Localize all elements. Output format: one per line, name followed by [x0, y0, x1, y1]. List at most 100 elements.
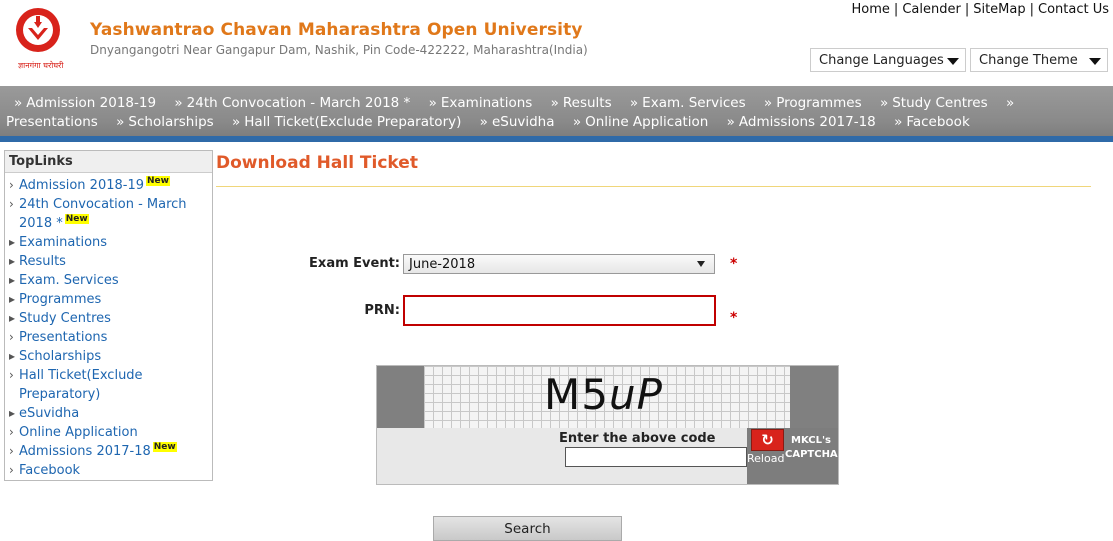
captcha-code-suffix: uP [608, 370, 663, 419]
menu-item-label: Results [562, 95, 612, 111]
menu-row: Presentations » Scholarships » Hall Ticket… [6, 114, 984, 130]
menu-item-admission-2018-19[interactable]: » Admission 2018-19 [14, 95, 156, 111]
menu-item-study-centres[interactable]: » Study Centres [880, 95, 988, 111]
sidebar-item-examinations[interactable]: ▸ Examinations [5, 233, 212, 252]
menu-arrow-icon: » [1005, 95, 1015, 111]
sidebar-item-label: Facebook [19, 463, 81, 478]
new-badge: New [64, 214, 89, 224]
chevron-down-icon [947, 58, 959, 65]
sidebar-item-esuvidha[interactable]: ▸ eSuvidha [5, 404, 212, 423]
sidebar-item-label: 24th Convocation - March 2018 * [19, 197, 187, 231]
menu-item-convocation[interactable]: » 24th Convocation - March 2018 * [174, 95, 410, 111]
prn-input[interactable] [403, 295, 716, 326]
menu-item-scholarships[interactable]: » Scholarships [116, 114, 214, 130]
sidebar-item-admissions-2017-18[interactable]: › Admissions 2017-18 New [5, 442, 212, 461]
top-links-nav: Home | Calender | SiteMap | Contact Us [848, 2, 1113, 17]
menu-item-label: eSuvidha [491, 114, 555, 130]
menu-item-results[interactable]: » Results [551, 95, 612, 111]
sidebar-item-label: Exam. Services [19, 273, 119, 288]
sidebar-item-label: Hall Ticket(Exclude Preparatory) [19, 368, 143, 402]
menu-item-admissions-2017-18[interactable]: » Admissions 2017-18 [727, 114, 876, 130]
sidebar-list: › Admission 2018-19 New › 24th Convocation … [5, 173, 212, 480]
change-theme-select[interactable]: Change Theme [970, 48, 1108, 72]
menu-item-facebook[interactable]: » Facebook [894, 114, 970, 130]
captcha-brand: MKCL's CAPTCHA [785, 435, 838, 460]
reload-label[interactable]: Reload [747, 452, 784, 465]
sidebar-item-admission-2018-19[interactable]: › Admission 2018-19 New [5, 176, 212, 195]
menu-arrow-icon: » [550, 95, 559, 111]
new-badge: New [146, 176, 170, 186]
chevron-down-icon [697, 261, 705, 267]
sidebar-item-programmes[interactable]: ▸ Programmes [5, 290, 212, 309]
chevron-right-icon: › [9, 425, 14, 439]
home-link[interactable]: Home [848, 2, 894, 17]
menu-item-label: Exam. Services [642, 95, 746, 111]
menu-item-label: Study Centres [892, 95, 988, 111]
sitemap-link[interactable]: SiteMap [969, 2, 1029, 17]
captcha-code: M5uP [544, 370, 663, 419]
search-button[interactable]: Search [433, 516, 622, 541]
university-logo[interactable]: ज्ञानगंगा घरोघरी [14, 4, 76, 74]
sidebar-item-label: Examinations [19, 235, 108, 250]
menu-arrow-icon: » [174, 95, 183, 111]
sidebar-item-facebook[interactable]: › Facebook [5, 461, 212, 480]
sidebar-item-scholarships[interactable]: ▸ Scholarships [5, 347, 212, 366]
university-title: Yashwantrao Chavan Maharashtra Open Univ… [90, 20, 583, 40]
reload-captcha-button[interactable]: ↻ [751, 429, 784, 451]
calender-link[interactable]: Calender [898, 2, 965, 17]
menu-arrow-icon: » [116, 114, 125, 130]
change-language-select[interactable]: Change Languages [810, 48, 966, 72]
sidebar-item-label: Admission 2018-19 [19, 178, 144, 193]
menu-arrow-icon: » [232, 114, 241, 130]
menu-item-examinations[interactable]: » Examinations [429, 95, 533, 111]
chevron-right-icon: › [9, 330, 14, 344]
captcha-input[interactable] [565, 447, 747, 467]
sidebar-item-online-application[interactable]: › Online Application [5, 423, 212, 442]
menu-item-label: Facebook [906, 114, 970, 130]
chevron-right-icon: › [9, 197, 14, 211]
menu-item-programmes[interactable]: » Programmes [764, 95, 862, 111]
required-marker: * [730, 310, 738, 326]
university-address: Dnyangangotri Near Gangapur Dam, Nashik,… [90, 43, 588, 57]
sidebar-item-hall-ticket[interactable]: › Hall Ticket(Exclude Preparatory) [5, 366, 212, 404]
menu-item-label: Programmes [776, 95, 862, 111]
menu-arrow-icon: » [428, 95, 437, 111]
new-badge: New [152, 442, 177, 452]
menu-item-presentations[interactable]: Presentations [6, 114, 98, 130]
sidebar-item-exam-services[interactable]: ▸ Exam. Services [5, 271, 212, 290]
menu-arrow-icon: » [479, 114, 488, 130]
triangle-right-icon: ▸ [9, 292, 16, 306]
triangle-right-icon: ▸ [9, 406, 16, 420]
sidebar-item-convocation[interactable]: › 24th Convocation - March 2018 * New [5, 195, 212, 233]
menu-item-more[interactable]: » [1006, 95, 1014, 111]
menu-item-label: Examinations [440, 95, 533, 111]
chevron-right-icon: › [9, 368, 14, 382]
menu-item-esuvidha[interactable]: » eSuvidha [480, 114, 555, 130]
captcha-left-panel [377, 366, 424, 428]
sidebar-item-presentations[interactable]: › Presentations [5, 328, 212, 347]
sidebar-item-study-centres[interactable]: ▸ Study Centres [5, 309, 212, 328]
chevron-right-icon: › [9, 444, 14, 458]
sidebar-title: TopLinks [5, 151, 212, 173]
sidebar-item-label: Online Application [19, 425, 138, 440]
menu-arrow-icon: » [14, 95, 23, 111]
sidebar-item-label: Presentations [19, 330, 108, 345]
chevron-down-icon [1089, 58, 1101, 65]
menu-item-label: Admission 2018-19 [26, 95, 157, 111]
sidebar-item-label: Scholarships [19, 349, 102, 364]
change-theme-label: Change Theme [979, 53, 1078, 68]
sidebar-item-label: Study Centres [19, 311, 111, 326]
chevron-right-icon: › [9, 178, 14, 192]
menu-row: » Admission 2018-19 » 24th Convocation - M… [14, 95, 1028, 111]
exam-event-value: June-2018 [409, 257, 476, 272]
menu-item-exam-services[interactable]: » Exam. Services [630, 95, 746, 111]
menu-item-hall-ticket[interactable]: » Hall Ticket(Exclude Preparatory) [232, 114, 461, 130]
exam-event-select[interactable]: June-2018 [403, 254, 715, 274]
menu-item-online-application[interactable]: » Online Application [573, 114, 709, 130]
sidebar-item-results[interactable]: ▸ Results [5, 252, 212, 271]
title-divider [216, 186, 1091, 187]
contact-us-link[interactable]: Contact Us [1034, 2, 1113, 17]
menu-item-label: Presentations [6, 114, 98, 130]
triangle-right-icon: ▸ [9, 235, 16, 249]
exam-event-label: Exam Event: [309, 256, 400, 271]
